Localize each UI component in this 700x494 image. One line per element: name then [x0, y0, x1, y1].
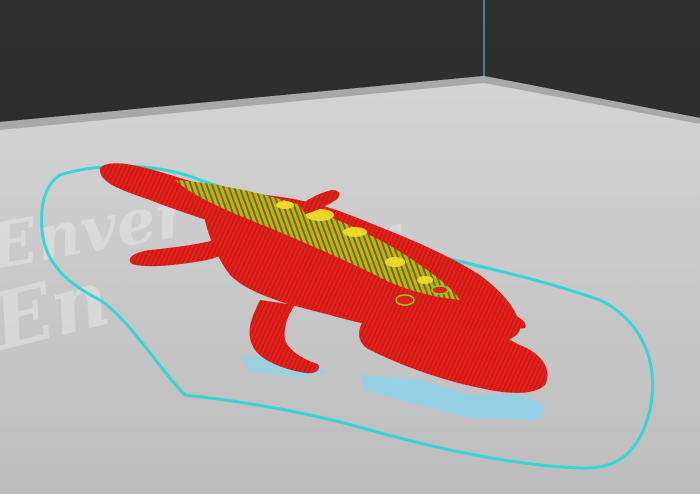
scene-canvas[interactable]: Enver ver En	[0, 0, 700, 494]
model-eye-left	[395, 294, 415, 306]
slicer-3d-viewport[interactable]: Enver ver En	[0, 0, 700, 494]
model-eye-right	[431, 285, 449, 295]
